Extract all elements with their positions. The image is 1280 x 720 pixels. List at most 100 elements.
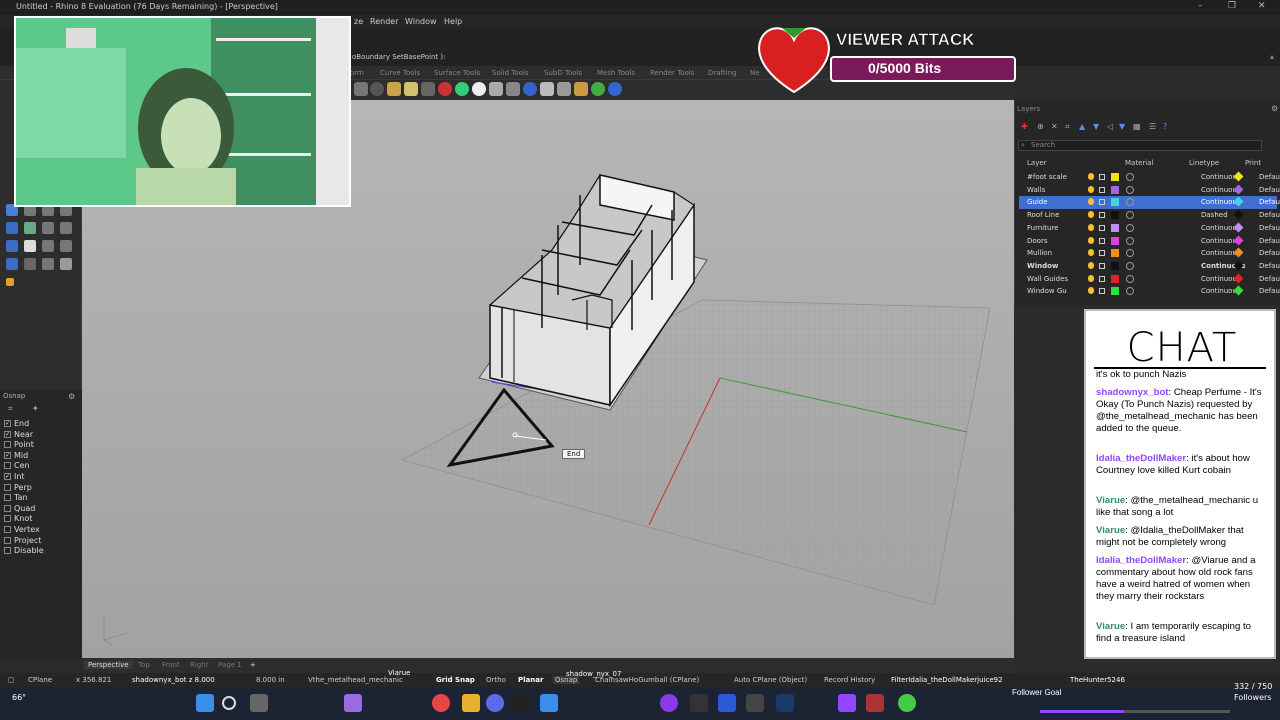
copy-icon[interactable] — [24, 258, 36, 270]
wireframe-icon[interactable] — [540, 82, 554, 96]
osnap-near[interactable]: ✓ Near — [4, 430, 33, 439]
osnap-int[interactable]: ✓ Int — [4, 472, 25, 481]
funnel-icon[interactable]: ▼ — [1119, 122, 1125, 131]
layer-linetype[interactable]: Dashed — [1201, 211, 1228, 219]
gear-icon[interactable]: ⚙ — [68, 392, 75, 401]
layer-name[interactable]: Guide — [1027, 198, 1048, 206]
app-icon-3[interactable] — [690, 694, 708, 712]
bulb-icon[interactable] — [1088, 261, 1094, 269]
tab-mesh-tools[interactable]: Mesh Tools — [597, 69, 635, 77]
lock-icon[interactable] — [1099, 288, 1105, 295]
bulb-icon[interactable] — [1088, 211, 1094, 219]
rhino-icon[interactable] — [718, 694, 736, 712]
rotate-icon[interactable] — [42, 258, 54, 270]
new-sublayer-icon[interactable]: ⊕ — [1037, 122, 1044, 131]
layer-row[interactable]: Mullion Continuous Defau — [1019, 247, 1280, 260]
bulb-icon[interactable] — [1088, 198, 1094, 206]
circle-icon[interactable] — [370, 82, 384, 96]
osnap-checkbox[interactable]: ✓ — [4, 473, 11, 480]
osnap-disable[interactable]: Disable — [4, 546, 44, 555]
select-icon[interactable] — [354, 82, 368, 96]
move-icon[interactable] — [6, 258, 18, 270]
filter-icon[interactable]: ⌗ — [8, 404, 13, 414]
dimension-icon[interactable] — [6, 278, 14, 286]
scale-icon[interactable] — [60, 258, 72, 270]
discord-icon[interactable] — [486, 694, 504, 712]
osnap-checkbox[interactable] — [4, 504, 11, 512]
layer-name[interactable]: Walls — [1027, 186, 1045, 194]
move-up-icon[interactable]: ▲ — [1079, 122, 1085, 131]
layer-print-width[interactable]: Defau — [1259, 275, 1280, 283]
grid-icon[interactable] — [489, 82, 503, 96]
tab-perspective[interactable]: Perspective — [84, 661, 133, 669]
tab-right[interactable]: Right — [190, 661, 208, 669]
material-icon[interactable] — [1126, 287, 1134, 296]
osnap-mid[interactable]: ✓ Mid — [4, 451, 28, 460]
osnap-tan[interactable]: Tan — [4, 493, 28, 502]
twitch-icon[interactable] — [838, 694, 856, 712]
print-column-header[interactable]: Print — [1245, 159, 1261, 167]
app-icon-4[interactable] — [746, 694, 764, 712]
filter-toggle[interactable]: FilterIdalia_theDollMakerjuice92 — [891, 676, 1003, 684]
material-icon[interactable] — [1126, 261, 1134, 270]
material-icon[interactable] — [1126, 198, 1134, 207]
osnap-checkbox[interactable]: ✓ — [4, 451, 11, 459]
taskview-icon[interactable] — [250, 694, 268, 712]
osnap-checkbox[interactable]: ✓ — [4, 420, 11, 427]
layer-print-width[interactable]: Defau — [1259, 173, 1280, 181]
layer-selector[interactable]: Vthe_metalhead_mechanic — [308, 676, 403, 684]
chat-username[interactable]: Idalia_theDollMaker — [1096, 453, 1186, 464]
tab-subd-tools[interactable]: SubD Tools — [544, 69, 582, 77]
app-icon-1[interactable] — [344, 694, 362, 712]
layer-row[interactable]: Guide Continuous Defau — [1019, 196, 1280, 209]
search-icon[interactable] — [222, 696, 236, 710]
gear-icon[interactable]: ⚙ — [1271, 104, 1278, 113]
lock-icon[interactable] — [1099, 174, 1105, 180]
chat-username[interactable]: Viarue — [1096, 621, 1125, 632]
bulb-icon[interactable] — [1088, 223, 1094, 231]
menu-icon[interactable]: ☰ — [1149, 122, 1156, 131]
filter-icon[interactable]: ⌗ — [1065, 122, 1070, 132]
app-icon-2[interactable] — [512, 694, 530, 712]
app-icon-6[interactable] — [898, 694, 916, 712]
layer-print-width[interactable]: Defau — [1259, 224, 1280, 232]
lock-icon[interactable] — [1099, 224, 1105, 231]
tab-drafting[interactable]: Drafting — [708, 69, 736, 77]
material-column-header[interactable]: Material — [1125, 159, 1153, 167]
chat-username[interactable]: Viarue — [1096, 525, 1125, 536]
osnap-checkbox[interactable] — [4, 483, 11, 491]
material-icon[interactable] — [1126, 185, 1134, 194]
tab-curve-tools[interactable]: Curve Tools — [380, 69, 420, 77]
light-icon[interactable] — [387, 82, 401, 96]
lock-icon[interactable] — [1099, 212, 1105, 219]
layer-color-swatch[interactable] — [1111, 198, 1119, 207]
bulb-icon[interactable] — [404, 82, 418, 96]
tab-render-tools[interactable]: Render Tools — [650, 69, 694, 77]
layer-search-input[interactable]: Search — [1018, 140, 1262, 151]
osnap-checkbox[interactable] — [4, 494, 11, 502]
layer-print-width[interactable]: Defau — [1259, 198, 1280, 206]
folder-icon[interactable] — [462, 694, 480, 712]
menu-item-ze[interactable]: ze — [354, 17, 363, 26]
delete-icon[interactable]: ✕ — [1051, 122, 1058, 131]
bulb-icon[interactable] — [1088, 185, 1094, 193]
osnap-vertex[interactable]: Vertex — [4, 525, 40, 534]
tab-transform[interactable]: orm — [350, 69, 364, 77]
mesh-icon[interactable] — [506, 82, 520, 96]
move-down-icon[interactable]: ▼ — [1093, 122, 1099, 131]
osnap-checkbox[interactable]: ✓ — [4, 430, 11, 438]
menu-item-render[interactable]: Render — [370, 17, 398, 26]
new-layer-icon[interactable]: ✚ — [1021, 122, 1028, 131]
osnap-perp[interactable]: Perp — [4, 483, 32, 492]
osnap-checkbox[interactable] — [4, 515, 11, 523]
material-icon[interactable] — [1126, 173, 1134, 181]
layer-color-swatch[interactable] — [1111, 287, 1119, 296]
layer-color-swatch[interactable] — [1111, 173, 1119, 181]
layer-row[interactable]: Window Gu Continuous Defau — [1019, 285, 1280, 298]
osnap-end[interactable]: ✓ End — [4, 419, 29, 428]
layer-print-width[interactable]: Defau — [1259, 237, 1280, 245]
layer-row[interactable]: Doors Continuous Defau — [1019, 235, 1280, 248]
menu-item-help[interactable]: Help — [444, 17, 462, 26]
layer-name[interactable]: Wall Guides — [1027, 275, 1068, 283]
chat-username[interactable]: Idalia_theDollMaker — [1096, 555, 1186, 566]
